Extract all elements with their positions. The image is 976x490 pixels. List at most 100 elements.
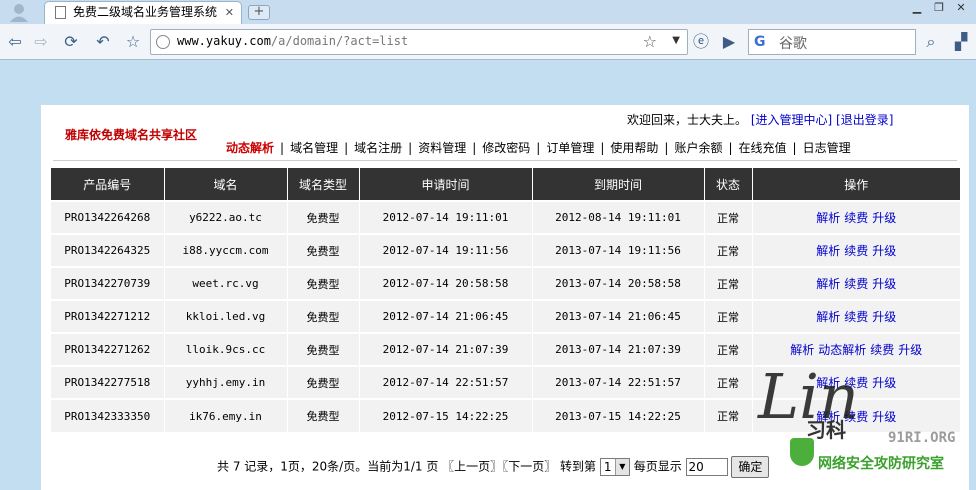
cell-domain-type: 免费型 xyxy=(287,299,360,333)
header-domain-type: 域名类型 xyxy=(287,168,360,201)
cell-actions: 解析 续费 升级 xyxy=(752,266,960,300)
pager-summary: 共 7 记录，1页，20条/页。当前为1/1 页 xyxy=(217,459,439,474)
next-page-link[interactable]: 〖下一页〗 xyxy=(502,460,556,474)
search-placeholder: 谷歌 xyxy=(779,36,807,52)
profile-icon[interactable] xyxy=(8,2,30,22)
cell-domain: kkloi.led.vg xyxy=(164,299,288,333)
cell-product-id: PRO1342333350 xyxy=(51,398,165,432)
page-select[interactable]: 1 ▼ xyxy=(599,458,630,476)
forward-icon[interactable]: ⇨ xyxy=(30,31,52,53)
search-box[interactable]: G 谷歌 xyxy=(748,29,916,55)
nav-item-profile[interactable]: 资料管理 xyxy=(418,141,466,155)
nav-item-balance[interactable]: 账户余额 xyxy=(674,141,722,155)
browser-tab[interactable]: 免费二级域名业务管理系统 ✕ xyxy=(44,1,242,24)
cell-actions: 解析 续费 升级 xyxy=(752,200,960,234)
window-close-icon[interactable]: ✕ xyxy=(952,2,970,16)
pagination: 共 7 记录，1页，20条/页。当前为1/1 页 〖上一页〗〖下一页〗 转到第 … xyxy=(217,456,770,478)
cell-product-id: PRO1342271262 xyxy=(51,332,165,366)
cell-apply-time: 2012-07-14 20:58:58 xyxy=(359,266,533,300)
action-link[interactable]: 续费 xyxy=(844,310,868,324)
nav-separator: | xyxy=(280,141,285,155)
cell-domain-type: 免费型 xyxy=(287,365,360,399)
nav-item-dynamic-dns[interactable]: 动态解析 xyxy=(226,141,274,155)
table-row: PRO1342271212 kkloi.led.vg 免费型 2012-07-14 2… xyxy=(51,299,960,333)
action-link[interactable]: 续费 xyxy=(844,211,868,225)
play-icon[interactable]: ▶ xyxy=(718,31,740,53)
nav-item-domain-manage[interactable]: 域名管理 xyxy=(290,141,338,155)
nav-separator: | xyxy=(472,141,477,155)
watermark-url: 91RI.ORG xyxy=(888,430,956,446)
url-text[interactable]: www.yakuy.com/a/domain/?act=list xyxy=(177,34,408,48)
action-link[interactable]: 升级 xyxy=(872,211,896,225)
cell-actions: 解析 续费 升级 xyxy=(752,233,960,267)
back-icon[interactable]: ⇦ xyxy=(4,31,26,53)
logout-link[interactable]: [退出登录] xyxy=(836,113,893,127)
cell-apply-time: 2012-07-14 21:07:39 xyxy=(359,332,533,366)
cell-domain: lloik.9cs.cc xyxy=(164,332,288,366)
action-link[interactable]: 解析 xyxy=(816,310,840,324)
per-page-input[interactable]: 20 xyxy=(685,458,728,476)
action-link[interactable]: 解析 xyxy=(816,277,840,291)
table-row: PRO1342264268 y6222.ao.tc 免费型 2012-07-14 19… xyxy=(51,200,960,234)
nav-separator: | xyxy=(728,141,733,155)
maximize-icon[interactable]: ❐ xyxy=(930,2,948,16)
bookmark-star-icon[interactable]: ☆ xyxy=(122,31,144,53)
close-tab-icon[interactable]: ✕ xyxy=(225,2,234,23)
nav-item-logs[interactable]: 日志管理 xyxy=(803,141,851,155)
new-tab-button[interactable]: + xyxy=(248,5,270,20)
cell-domain-type: 免费型 xyxy=(287,398,360,432)
cell-domain: ik76.emy.in xyxy=(164,398,288,432)
page-star-icon[interactable]: ☆ xyxy=(643,32,657,51)
action-link[interactable]: 续费 xyxy=(844,244,868,258)
globe-icon xyxy=(156,35,170,49)
nav-item-recharge[interactable]: 在线充值 xyxy=(739,141,787,155)
action-link[interactable]: 续费 xyxy=(844,277,868,291)
dropdown-icon[interactable]: ▼ xyxy=(672,35,680,46)
cell-domain-type: 免费型 xyxy=(287,200,360,234)
action-link[interactable]: 解析 xyxy=(816,211,840,225)
header-status: 状态 xyxy=(704,168,753,201)
nav-item-domain-register[interactable]: 域名注册 xyxy=(354,141,402,155)
page-icon xyxy=(55,6,66,19)
address-bar[interactable]: www.yakuy.com/a/domain/?act=list ☆ ▼ xyxy=(150,29,688,55)
search-icon[interactable]: ⌕ xyxy=(920,31,942,53)
cell-apply-time: 2012-07-14 22:51:57 xyxy=(359,365,533,399)
per-page-label: 每页显示 xyxy=(633,459,682,474)
google-icon: G xyxy=(754,34,766,50)
action-link[interactable]: 升级 xyxy=(872,277,896,291)
main-nav: 动态解析 | 域名管理 | 域名注册 | 资料管理 | 修改密码 | 订单管理 | 使用帮助 | 账户余额 |… xyxy=(226,139,851,156)
nav-item-orders[interactable]: 订单管理 xyxy=(546,141,594,155)
wrench-icon[interactable]: ▞ xyxy=(950,31,972,53)
welcome-text: 欢迎回来，士大夫上。 xyxy=(627,113,748,127)
goto-label: 转到第 xyxy=(560,459,597,474)
cell-expire-time: 2013-07-14 19:11:56 xyxy=(532,233,705,267)
table-header-row: 产品编号 域名 域名类型 申请时间 到期时间 状态 操作 xyxy=(51,168,960,201)
shield-icon xyxy=(790,438,814,466)
nav-item-change-password[interactable]: 修改密码 xyxy=(482,141,530,155)
cell-expire-time: 2013-07-14 21:07:39 xyxy=(532,332,705,366)
nav-separator: | xyxy=(344,141,349,155)
minimize-icon[interactable]: ▁ xyxy=(908,2,926,16)
cell-domain: i88.yyccm.com xyxy=(164,233,288,267)
ie-tab-icon[interactable]: ⓔ xyxy=(690,31,712,53)
action-link[interactable]: 升级 xyxy=(872,244,896,258)
cell-status: 正常 xyxy=(704,233,753,267)
action-link[interactable]: 解析 xyxy=(816,244,840,258)
nav-divider xyxy=(53,160,957,161)
header-product-id: 产品编号 xyxy=(51,168,165,201)
cell-apply-time: 2012-07-14 21:06:45 xyxy=(359,299,533,333)
prev-page-link[interactable]: 〖上一页〗 xyxy=(442,460,502,474)
cell-expire-time: 2013-07-14 21:06:45 xyxy=(532,299,705,333)
header-apply-time: 申请时间 xyxy=(359,168,533,201)
browser-toolbar: ⇦ ⇨ ⟳ ↶ ☆ www.yakuy.com/a/domain/?act=li… xyxy=(0,24,976,60)
admin-center-link[interactable]: [进入管理中心] xyxy=(751,113,832,127)
table-row: PRO1342264325 i88.yyccm.com 免费型 2012-07-14 … xyxy=(51,233,960,267)
undo-icon[interactable]: ↶ xyxy=(92,31,114,53)
action-link[interactable]: 升级 xyxy=(872,310,896,324)
reload-icon[interactable]: ⟳ xyxy=(60,31,82,53)
chevron-down-icon: ▼ xyxy=(614,459,629,475)
nav-item-help[interactable]: 使用帮助 xyxy=(610,141,658,155)
tab-title: 免费二级域名业务管理系统 xyxy=(73,5,218,19)
site-title: 雅库依免费域名共享社区 xyxy=(65,128,198,142)
cell-actions: 解析 续费 升级 xyxy=(752,299,960,333)
